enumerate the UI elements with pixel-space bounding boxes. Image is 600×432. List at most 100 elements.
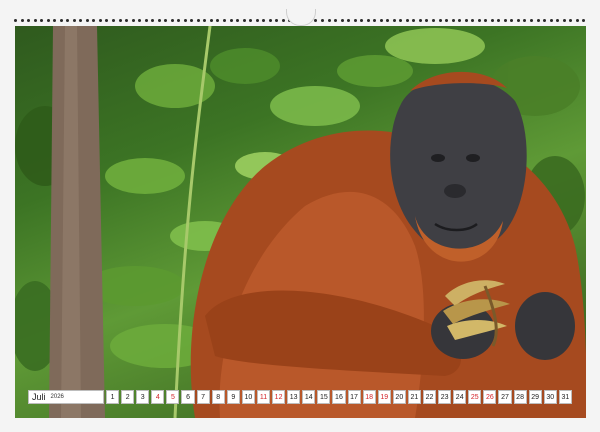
binding-hole (59, 18, 63, 22)
binding-hole (569, 18, 573, 22)
day-cell: 11 (256, 390, 271, 404)
binding-hole (458, 18, 462, 22)
binding-hole (85, 18, 89, 22)
day-cell: 15 (317, 390, 331, 404)
binding-hole (164, 18, 168, 22)
day-cell: 9 (226, 390, 240, 404)
day-cell: 27 (498, 390, 512, 404)
day-cell: 12 (272, 390, 286, 404)
binding-hole (556, 18, 560, 22)
binding-hole (516, 18, 520, 22)
orangutan (190, 71, 586, 418)
binding-hole (151, 18, 155, 22)
day-cell: 4 (151, 390, 165, 404)
binding-hole (438, 18, 442, 22)
binding-hole (366, 18, 370, 22)
day-cell: 1 (106, 390, 120, 404)
day-cell: 8 (211, 390, 225, 404)
binding-hole (209, 18, 213, 22)
binding-hole (347, 18, 351, 22)
binding-hole (484, 18, 488, 22)
day-cell: 7 (196, 390, 210, 404)
binding-hole (490, 18, 494, 22)
binding-hole (125, 18, 129, 22)
day-cell: 2 (121, 390, 135, 404)
binding-hole (418, 18, 422, 22)
binding-hole (66, 18, 70, 22)
binding-hole (353, 18, 357, 22)
binding-hole (562, 18, 566, 22)
binding-hole (471, 18, 475, 22)
binding-hole (242, 18, 246, 22)
binding-hole (170, 18, 174, 22)
binding-hole (53, 18, 57, 22)
binding-hole (40, 18, 44, 22)
binding-hole (503, 18, 507, 22)
binding-hole (549, 18, 553, 22)
month-name: Juli (32, 392, 46, 402)
binding-hole (268, 18, 272, 22)
binding-hole (405, 18, 409, 22)
binding-hole (33, 18, 37, 22)
day-cell: 6 (181, 390, 195, 404)
binding-hole (131, 18, 135, 22)
binding-hole (177, 18, 181, 22)
day-cell: 16 (332, 390, 346, 404)
binding-hole (144, 18, 148, 22)
year-label: 2026 (50, 394, 64, 400)
calendar-strip: Juli 2026 1 2 3 4 5 6 7 8 9 10 11 12 13 14 15 16 17 18 19 2… (28, 390, 572, 404)
binding-hole (399, 18, 403, 22)
binding-hole (314, 18, 318, 22)
binding-hole (262, 18, 266, 22)
day-cell: 30 (543, 390, 557, 404)
binding-hole (249, 18, 253, 22)
binding-hole (157, 18, 161, 22)
calendar-page: Juli 2026 1 2 3 4 5 6 7 8 9 10 11 12 13 14 15 16 17 18 19 2… (0, 0, 600, 432)
binding-hole (72, 18, 76, 22)
day-cell: 23 (438, 390, 452, 404)
binding-hole (111, 18, 115, 22)
binding-hole (412, 18, 416, 22)
binding-hole (543, 18, 547, 22)
binding-hole (236, 18, 240, 22)
day-cell: 13 (287, 390, 301, 404)
binding-hole (523, 18, 527, 22)
binding-hole (190, 18, 194, 22)
binding-hole (229, 18, 233, 22)
binding-hole (98, 18, 102, 22)
binding-hole (183, 18, 187, 22)
binding-hole (118, 18, 122, 22)
binding-hole (275, 18, 279, 22)
binding-hole (386, 18, 390, 22)
binding-hole (392, 18, 396, 22)
binding-hole (497, 18, 501, 22)
month-label: Juli 2026 (28, 390, 104, 404)
day-cell: 19 (377, 390, 391, 404)
day-cell: 24 (453, 390, 467, 404)
day-cell: 14 (302, 390, 316, 404)
binding-hole (196, 18, 200, 22)
day-cell: 10 (241, 390, 255, 404)
binding-hole (327, 18, 331, 22)
binding-hole (432, 18, 435, 22)
day-cell: 3 (136, 390, 150, 404)
day-cell: 18 (362, 390, 376, 404)
binding-hole (79, 18, 83, 22)
day-cell: 25 (468, 390, 482, 404)
day-cell: 28 (513, 390, 527, 404)
binding-hole (138, 18, 142, 22)
binding-hole (582, 18, 586, 22)
binding-hole (529, 18, 533, 22)
day-cell: 31 (558, 390, 572, 404)
binding-hole (281, 18, 285, 22)
binding-hole (510, 18, 514, 22)
binding-hole (340, 18, 344, 22)
binding-hole (536, 18, 540, 22)
photo-illustration (15, 26, 586, 418)
binding-hole (425, 18, 429, 22)
binding-hole (379, 18, 383, 22)
binding-hole (464, 18, 468, 22)
binding-hole (360, 18, 364, 22)
binding-hole (20, 18, 24, 22)
binding-hole (223, 18, 226, 22)
